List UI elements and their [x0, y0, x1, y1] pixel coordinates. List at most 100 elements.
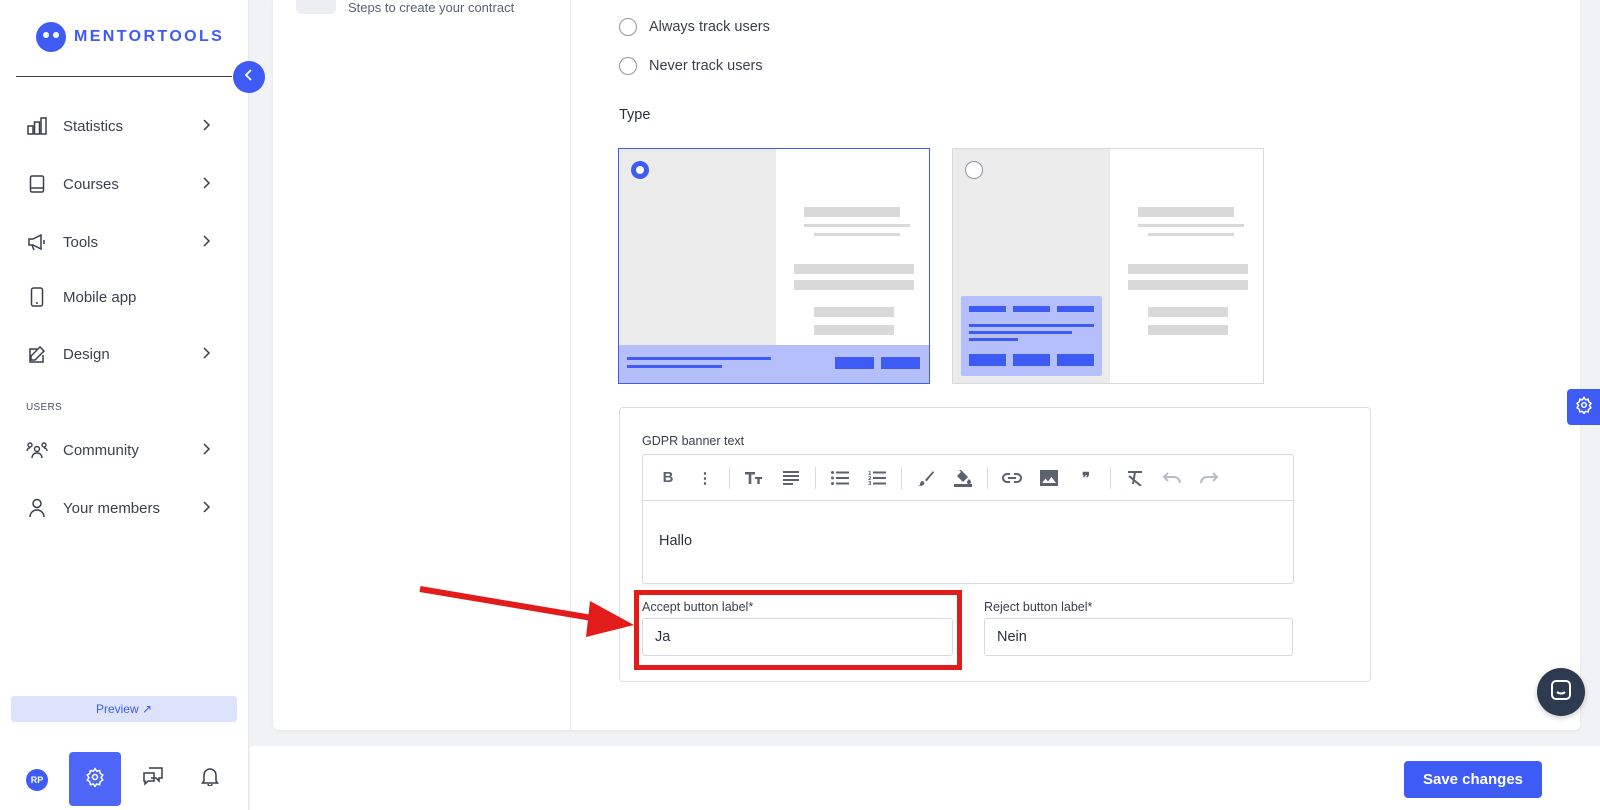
- type-option-bottom-banner[interactable]: [618, 148, 930, 384]
- sidebar-item-courses[interactable]: Courses: [26, 172, 222, 196]
- sidebar-item-label: Tools: [63, 233, 99, 251]
- tracking-option-always[interactable]: Always track users: [619, 18, 770, 36]
- bell-icon: [201, 766, 219, 791]
- brush-icon[interactable]: [913, 465, 939, 491]
- sidebar: MENTORTOOLS Statistics Courses Tools Mob…: [0, 0, 249, 810]
- preview-box-line: [1013, 306, 1050, 312]
- toolbar-divider: [987, 466, 988, 489]
- reject-button-label: Reject button label*: [984, 600, 1093, 614]
- preview-box-button: [1057, 354, 1094, 366]
- notifications-button[interactable]: [198, 766, 222, 790]
- radio-button[interactable]: [619, 57, 637, 75]
- sidebar-item-community[interactable]: Community: [26, 438, 222, 462]
- sidebar-item-label: Mobile app: [63, 288, 137, 306]
- radio-button[interactable]: [619, 18, 637, 36]
- preview-banner-button: [881, 357, 920, 369]
- numbered-list-icon[interactable]: 123: [864, 465, 890, 491]
- preview-line: [804, 207, 900, 217]
- chat-button[interactable]: [141, 766, 165, 790]
- preview-line: [1148, 325, 1228, 335]
- preview-box-button: [969, 354, 1006, 366]
- preview-line: [1138, 224, 1244, 227]
- sidebar-item-statistics[interactable]: Statistics: [26, 114, 222, 138]
- preview-banner-line: [627, 365, 722, 368]
- tracking-option-never[interactable]: Never track users: [619, 57, 763, 75]
- toolbar-divider: [815, 466, 816, 489]
- clear-format-icon[interactable]: [1122, 465, 1148, 491]
- undo-icon[interactable]: [1159, 465, 1185, 491]
- footer-bar: [250, 746, 1600, 810]
- sidebar-item-label: Design: [63, 345, 110, 363]
- avatar[interactable]: RP: [26, 769, 48, 791]
- steps-caption: Steps to create your contract: [348, 0, 515, 15]
- image-icon[interactable]: [1036, 465, 1062, 491]
- preview-box-overlay: [961, 296, 1102, 376]
- text-size-icon[interactable]: [741, 465, 767, 491]
- preview-line: [814, 325, 894, 335]
- preview-line: [804, 224, 910, 227]
- floating-settings-button[interactable]: [1567, 389, 1600, 425]
- preview-box-line: [969, 338, 1018, 341]
- toolbar-divider: [901, 466, 902, 489]
- preview-box-line: [1057, 306, 1094, 312]
- chevron-right-icon: [198, 345, 214, 365]
- sidebar-divider: [16, 76, 232, 77]
- logo[interactable]: MENTORTOOLS: [36, 22, 224, 52]
- preview-line: [1128, 280, 1248, 290]
- tracking-option-label: Never track users: [649, 58, 763, 74]
- bar-chart-icon: [26, 115, 48, 137]
- reject-button-input[interactable]: [984, 618, 1293, 656]
- sidebar-section-users: USERS: [26, 402, 62, 413]
- preview-line: [1148, 233, 1234, 236]
- align-icon[interactable]: [778, 465, 804, 491]
- community-icon: [26, 439, 48, 461]
- contract-step-icon: [296, 0, 336, 14]
- book-icon: [26, 173, 48, 195]
- gdpr-banner-label: GDPR banner text: [642, 434, 745, 448]
- gdpr-banner-editor[interactable]: B ⋮ 123 ❞ Hallo: [642, 454, 1294, 584]
- annotation-arrow-icon: [419, 586, 634, 637]
- preview-box-line: [969, 306, 1006, 312]
- toolbar-divider: [729, 466, 730, 489]
- pencil-icon: [26, 343, 48, 365]
- chevron-right-icon: [198, 117, 214, 137]
- redo-icon[interactable]: [1196, 465, 1222, 491]
- svg-text:3: 3: [868, 481, 872, 485]
- type-option-box[interactable]: [952, 148, 1264, 384]
- preview-banner-line: [627, 357, 771, 360]
- preview-button[interactable]: Preview ↗: [11, 696, 237, 722]
- collapse-sidebar-button[interactable]: [233, 61, 265, 93]
- chevron-right-icon: [198, 175, 214, 195]
- type-heading: Type: [619, 107, 651, 123]
- preview-box-button: [1013, 354, 1050, 366]
- link-icon[interactable]: [999, 465, 1025, 491]
- sidebar-item-label: Community: [63, 441, 139, 459]
- megaphone-icon: [26, 231, 48, 253]
- settings-button[interactable]: [69, 752, 121, 806]
- editor-content[interactable]: Hallo: [659, 533, 692, 549]
- save-changes-button[interactable]: Save changes: [1404, 761, 1542, 798]
- preview-line: [1148, 307, 1228, 317]
- bold-icon[interactable]: B: [655, 465, 681, 491]
- support-chat-button[interactable]: [1537, 668, 1585, 716]
- bullet-list-icon[interactable]: [827, 465, 853, 491]
- chevron-right-icon: [198, 499, 214, 519]
- preview-line: [814, 233, 900, 236]
- chevron-left-icon: [242, 68, 256, 87]
- sidebar-item-design[interactable]: Design: [26, 342, 222, 366]
- preview-banner-button: [835, 357, 874, 369]
- sidebar-item-tools[interactable]: Tools: [26, 230, 222, 254]
- logo-text: MENTORTOOLS: [74, 28, 225, 45]
- toolbar-divider: [1110, 466, 1111, 489]
- sidebar-item-your-members[interactable]: Your members: [26, 496, 222, 520]
- more-vertical-icon[interactable]: ⋮: [692, 465, 718, 491]
- preview-line: [1138, 207, 1234, 217]
- sidebar-item-mobile-app[interactable]: Mobile app: [26, 285, 222, 309]
- sidebar-item-label: Your members: [63, 499, 160, 517]
- quote-icon[interactable]: ❞: [1073, 465, 1099, 491]
- radio-button-selected[interactable]: [631, 161, 649, 179]
- radio-button[interactable]: [965, 161, 983, 179]
- preview-line: [794, 264, 914, 274]
- fill-color-icon[interactable]: [950, 465, 976, 491]
- logo-icon: [36, 22, 66, 52]
